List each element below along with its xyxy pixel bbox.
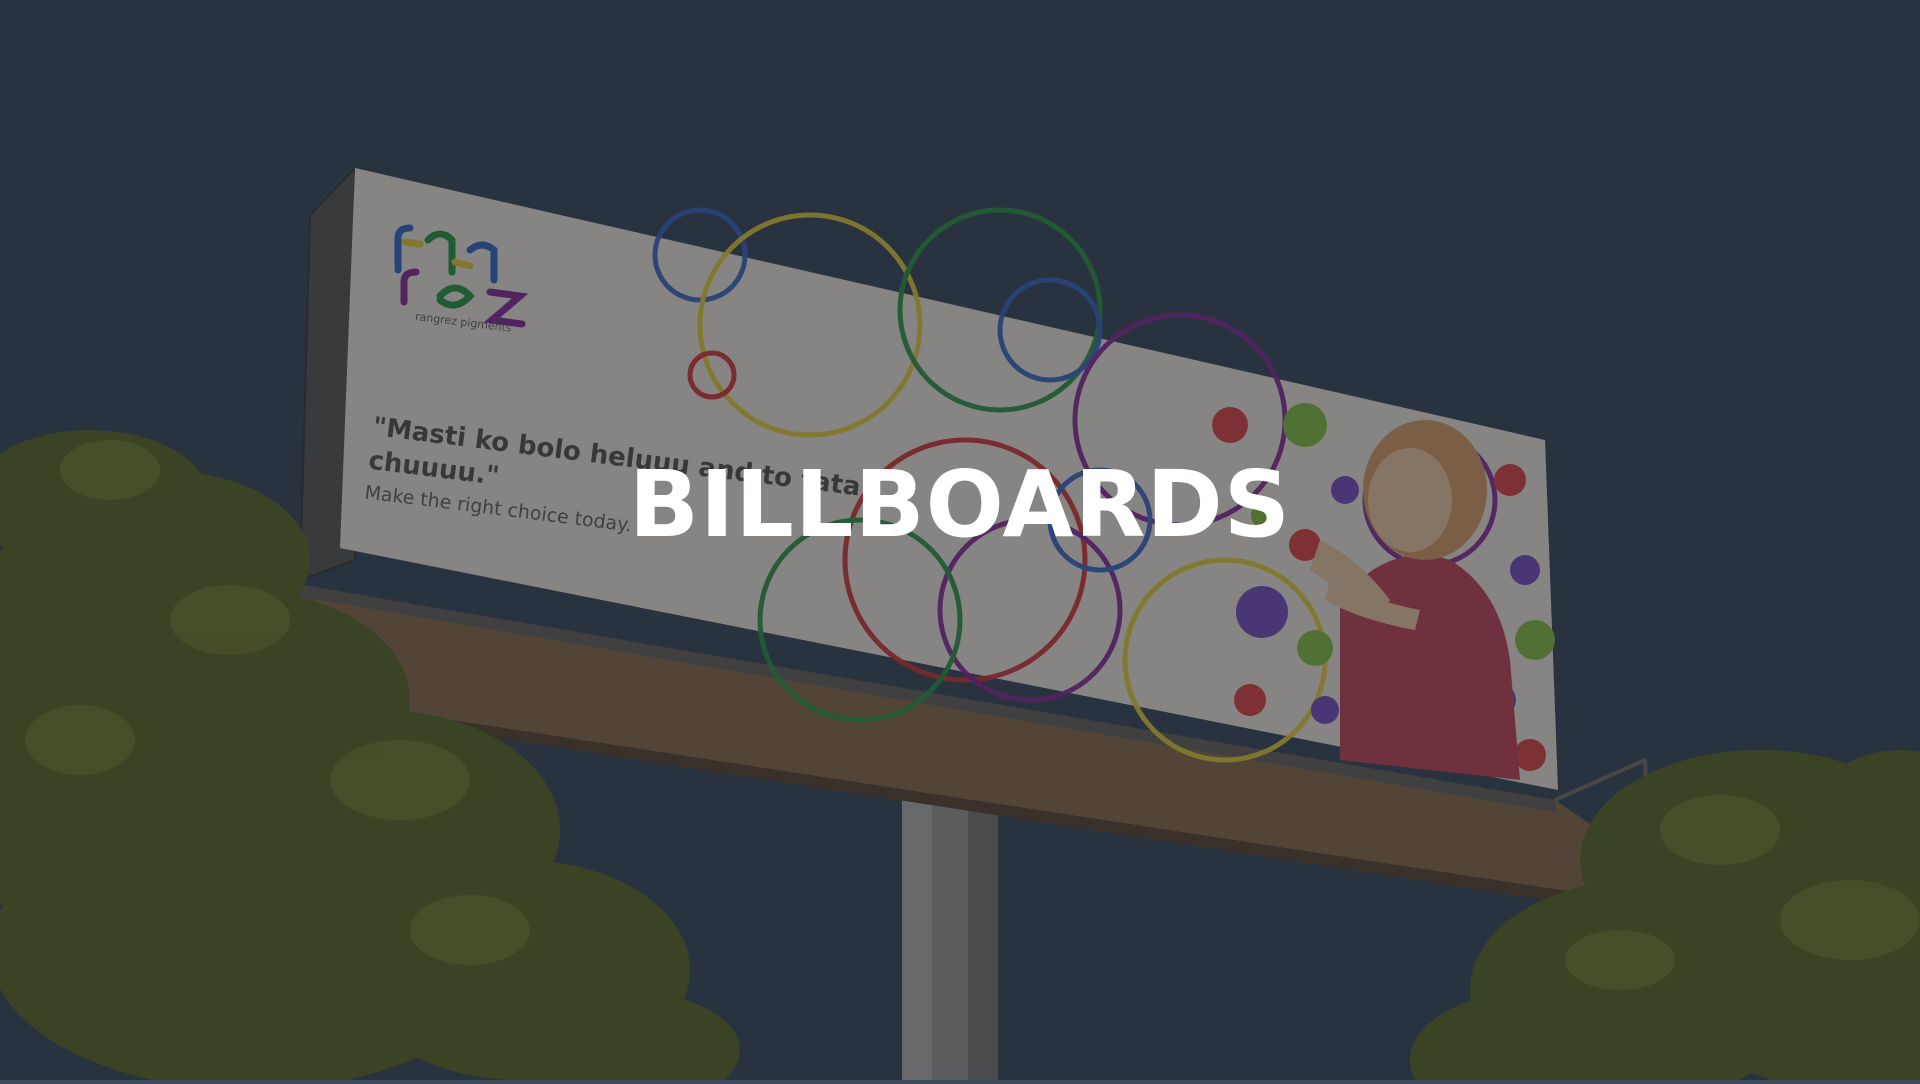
page-title: BILLBOARDS [628,451,1292,558]
